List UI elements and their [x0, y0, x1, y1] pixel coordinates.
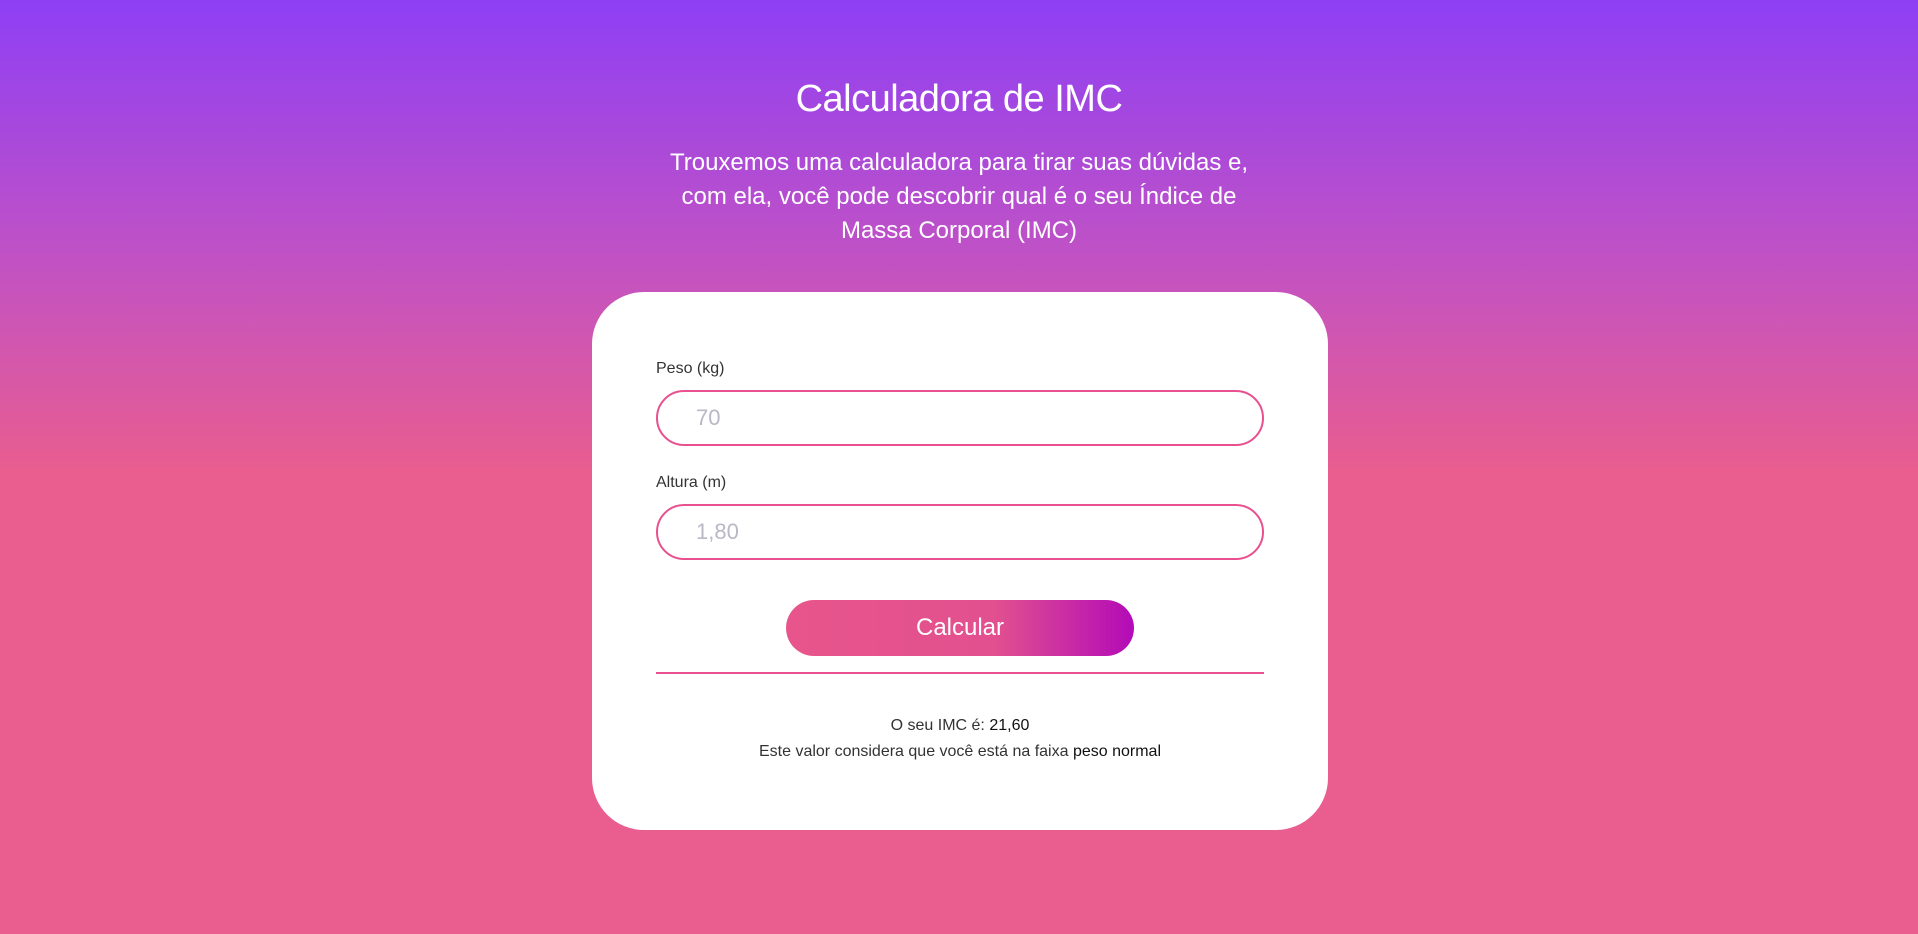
height-label: Altura (m)	[656, 474, 727, 491]
height-input[interactable]	[656, 504, 1264, 560]
bmi-calculator-card: Peso (kg) Altura (m) Calcular O seu IMC …	[592, 292, 1328, 830]
imc-result-label: O seu IMC é:	[890, 717, 985, 734]
page-title: Calculadora de IMC	[795, 78, 1123, 120]
imc-value: 21,60	[989, 717, 1030, 734]
imc-range-label: Este valor considera que você está na fa…	[758, 743, 1069, 760]
imc-range-value: peso normal	[1072, 743, 1161, 760]
divider	[656, 672, 1264, 674]
calculate-button[interactable]: Calcular	[786, 600, 1134, 656]
weight-label: Peso (kg)	[656, 360, 725, 377]
imc-result: O seu IMC é: 21,60	[656, 717, 1264, 735]
page-subtitle: Trouxemos uma calculadora para tirar sua…	[669, 149, 1249, 244]
imc-range: Este valor considera que você está na fa…	[656, 743, 1264, 761]
weight-input[interactable]	[656, 390, 1264, 446]
